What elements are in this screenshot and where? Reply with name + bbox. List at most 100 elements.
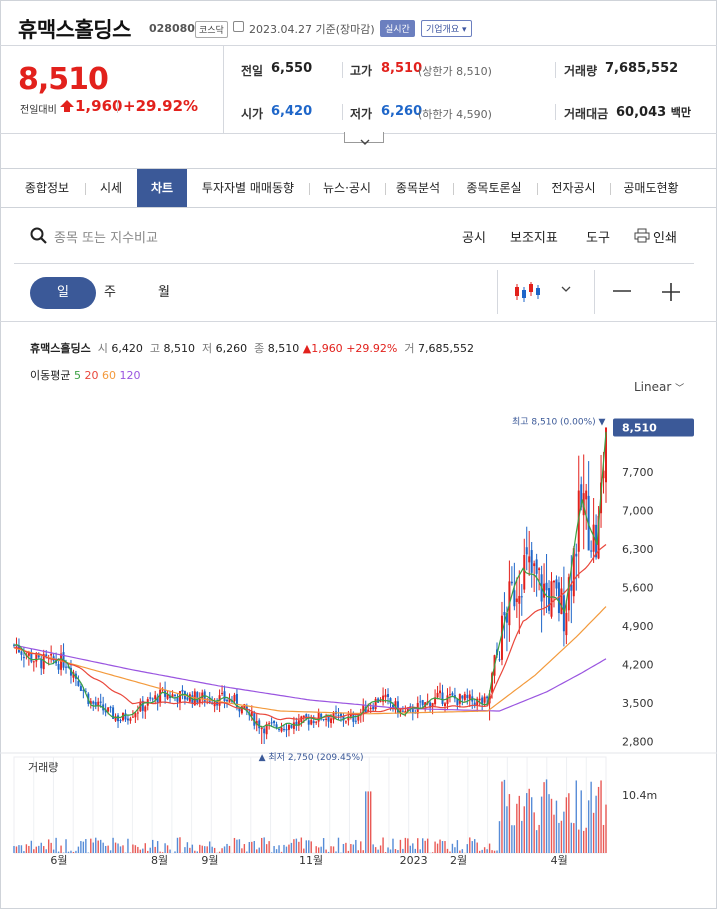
candle-body bbox=[478, 698, 481, 701]
print-button[interactable]: 인쇄 bbox=[653, 227, 677, 246]
volume-bar bbox=[337, 837, 340, 853]
candle-body bbox=[545, 582, 548, 591]
prev-close-value: 6,550 bbox=[271, 61, 313, 76]
candle-body bbox=[94, 702, 97, 706]
candle-body bbox=[369, 707, 372, 710]
candle-body bbox=[307, 720, 310, 725]
candle-body bbox=[379, 700, 382, 702]
volume-bar bbox=[310, 841, 312, 853]
candle-body bbox=[57, 663, 60, 670]
volume-bar bbox=[600, 780, 602, 853]
volume-bar bbox=[439, 839, 441, 853]
volume-bar bbox=[528, 788, 530, 853]
period-month-button[interactable]: 월 bbox=[150, 277, 178, 309]
volume-bar bbox=[50, 842, 52, 853]
volume-bar bbox=[102, 842, 104, 853]
period-week-button[interactable]: 주 bbox=[96, 277, 124, 309]
candle-body bbox=[565, 612, 568, 636]
volume-bar bbox=[384, 852, 387, 853]
zoom-in-icon[interactable] bbox=[661, 282, 681, 302]
current-price: 8,510 bbox=[18, 62, 109, 97]
candle-body bbox=[498, 659, 501, 661]
volume-bar bbox=[300, 837, 303, 853]
volume-bar bbox=[456, 840, 459, 853]
candlestick-type-icon[interactable] bbox=[513, 281, 541, 303]
volume-bar bbox=[253, 840, 255, 853]
candle-body bbox=[461, 695, 464, 699]
volume-bar bbox=[590, 781, 592, 853]
candle-body bbox=[439, 690, 442, 694]
tab-analysis[interactable]: 종목분석 bbox=[389, 169, 447, 207]
expand-toggle[interactable] bbox=[344, 132, 384, 145]
tab-short-selling[interactable]: 공매도현황 bbox=[615, 169, 687, 207]
volume-bar bbox=[132, 844, 134, 853]
candle-body bbox=[312, 721, 315, 723]
candle-body bbox=[451, 693, 454, 696]
stock-name: 휴맥스홀딩스 bbox=[18, 18, 131, 42]
compare-search-input[interactable]: 종목 또는 지수비교 bbox=[54, 227, 158, 246]
price-chart[interactable]: 7,700 7,000 6,300 5,600 4,900 4,200 3,500 2,800… bbox=[0, 395, 717, 865]
scale-selector[interactable]: Linear ﹀ bbox=[634, 380, 684, 394]
volume-bar bbox=[174, 851, 176, 853]
volume-bar bbox=[320, 846, 322, 853]
volume-bar bbox=[407, 838, 409, 853]
volume-bar bbox=[548, 794, 550, 853]
tab-news[interactable]: 뉴스·공시 bbox=[314, 169, 380, 207]
x-tick-label: 2023 bbox=[400, 854, 428, 865]
volume-bar bbox=[293, 839, 295, 853]
volume-bar bbox=[471, 841, 473, 853]
volume-bar bbox=[95, 837, 97, 853]
candle-body bbox=[486, 696, 489, 699]
tab-investor-trading[interactable]: 투자자별 매매동향 bbox=[192, 169, 304, 207]
tab-overview[interactable]: 종합정보 bbox=[14, 169, 80, 207]
x-tick-label: 9월 bbox=[201, 854, 218, 865]
candle-body bbox=[513, 590, 516, 607]
volume-bar bbox=[184, 847, 186, 853]
x-tick-label: 6월 bbox=[50, 854, 67, 865]
volume-bar bbox=[474, 839, 476, 853]
tools-button[interactable]: 도구 bbox=[586, 227, 610, 246]
volume-bar bbox=[369, 791, 372, 853]
candle-body bbox=[65, 666, 68, 668]
volume-bar bbox=[85, 839, 87, 853]
max-price-label: 최고 8,510 (0.00%) ▼ bbox=[512, 416, 606, 427]
volume-bar bbox=[265, 844, 268, 853]
indicator-button[interactable]: 보조지표 bbox=[510, 227, 558, 246]
volume-bar bbox=[543, 782, 545, 853]
volume-bar bbox=[72, 851, 75, 853]
volume-bar bbox=[186, 842, 189, 853]
search-icon[interactable] bbox=[30, 227, 48, 245]
volume-bar bbox=[285, 846, 288, 853]
volume-bar bbox=[57, 851, 60, 853]
volume-bar bbox=[52, 849, 55, 853]
volume-bar bbox=[270, 852, 273, 853]
volume-bar bbox=[179, 837, 181, 853]
candle-body bbox=[387, 694, 390, 697]
tab-chart[interactable]: 차트 bbox=[137, 169, 187, 207]
volume-bar bbox=[365, 791, 367, 853]
chevron-down-icon[interactable] bbox=[560, 285, 572, 293]
printer-icon[interactable] bbox=[634, 228, 650, 243]
volume-bar bbox=[387, 847, 389, 853]
volume-bar bbox=[159, 851, 161, 853]
volume-bar bbox=[25, 844, 28, 853]
tab-discussion[interactable]: 종목토론실 bbox=[458, 169, 530, 207]
volume-bar bbox=[461, 849, 464, 853]
tab-disclosure[interactable]: 전자공시 bbox=[542, 169, 605, 207]
volume-bar bbox=[503, 779, 506, 853]
realtime-badge[interactable]: 실시간 bbox=[380, 20, 415, 37]
zoom-out-icon[interactable] bbox=[612, 283, 632, 299]
candle-body bbox=[401, 710, 404, 712]
volume-bar bbox=[147, 850, 149, 853]
volume-bar bbox=[92, 842, 94, 853]
volume-bar bbox=[570, 822, 573, 853]
candle-body bbox=[515, 598, 518, 603]
tab-price[interactable]: 시세 bbox=[90, 169, 132, 207]
period-day-button[interactable]: 일 bbox=[30, 277, 96, 309]
disclosure-button[interactable]: 공시 bbox=[462, 227, 486, 246]
market-badge: 코스닥 bbox=[195, 21, 228, 38]
candle-body bbox=[419, 701, 422, 703]
y-tick-label: 7,000 bbox=[622, 504, 654, 517]
candle-body bbox=[344, 721, 347, 723]
company-overview-button[interactable]: 기업개요 ▾ bbox=[421, 20, 472, 37]
